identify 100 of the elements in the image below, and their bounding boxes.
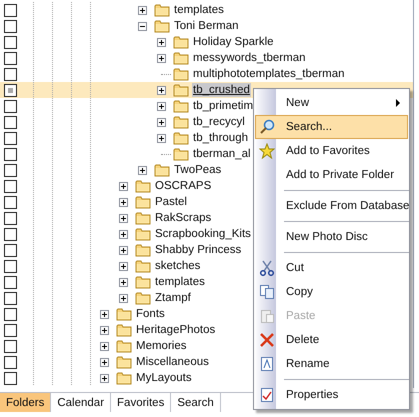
expand-icon[interactable] [100, 310, 109, 318]
folder-name[interactable]: Toni Berman [173, 19, 240, 33]
checkbox[interactable] [4, 372, 17, 384]
checkbox[interactable] [4, 212, 17, 224]
checkbox[interactable] [4, 164, 17, 176]
folder-name[interactable]: tb_primetim [192, 99, 254, 113]
collapse-icon[interactable] [138, 22, 147, 30]
folder-icon [135, 243, 151, 257]
folder-name[interactable]: TwoPeas [173, 163, 222, 177]
checkbox[interactable] [4, 340, 17, 352]
expand-icon[interactable] [119, 198, 128, 206]
folder-icon [116, 307, 132, 321]
menu-item[interactable]: New Photo Disc [255, 225, 408, 249]
folder-name[interactable]: Ztampf [154, 291, 192, 305]
paste-icon [259, 308, 275, 324]
menu-item[interactable]: Delete [255, 328, 408, 352]
checkbox[interactable] [4, 244, 17, 256]
checkbox[interactable] [4, 196, 17, 208]
folder-name[interactable]: Miscellaneous [135, 355, 210, 369]
folder-name[interactable]: Holiday Sparkle [192, 35, 275, 49]
expand-icon[interactable] [100, 374, 109, 382]
checkbox[interactable] [4, 324, 17, 336]
folder-icon [116, 371, 132, 385]
expand-icon[interactable] [157, 134, 166, 142]
checkbox[interactable] [4, 292, 17, 304]
menu-item[interactable]: Add to Favorites [255, 139, 408, 163]
expand-icon[interactable] [157, 102, 166, 110]
folder-icon [135, 211, 151, 225]
expand-icon[interactable] [100, 342, 109, 350]
expand-icon[interactable] [119, 230, 128, 238]
checkbox[interactable] [4, 228, 17, 240]
expand-icon[interactable] [119, 262, 128, 270]
expand-icon[interactable] [138, 166, 147, 174]
folder-name[interactable]: Scrapbooking_Kits [154, 227, 252, 241]
folder-name[interactable]: messywords_tberman [192, 51, 306, 65]
folder-name[interactable]: Pastel [154, 195, 188, 209]
menu-item[interactable]: Cut [255, 256, 408, 280]
expand-icon[interactable] [138, 6, 147, 14]
panel-tab[interactable]: Folders [0, 393, 52, 412]
folder-name[interactable]: Memories [135, 339, 188, 353]
checkbox[interactable] [4, 308, 17, 320]
folder-name[interactable]: RakScraps [154, 211, 212, 225]
folder-name[interactable]: tb_through [192, 131, 249, 145]
star-icon [259, 143, 275, 159]
folder-icon [173, 115, 189, 129]
checkbox[interactable] [4, 148, 17, 160]
checkbox[interactable] [4, 260, 17, 272]
expand-icon[interactable] [119, 278, 128, 286]
folder-icon [135, 179, 151, 193]
menu-item[interactable]: New [255, 91, 408, 115]
folder-name[interactable]: MyLayouts [135, 371, 193, 385]
folder-name[interactable]: sketches [154, 259, 202, 273]
expand-icon[interactable] [157, 54, 166, 62]
folder-icon [135, 259, 151, 273]
delete-icon [259, 332, 275, 348]
expand-icon[interactable] [119, 246, 128, 254]
checkbox[interactable] [4, 100, 17, 112]
menu-item[interactable]: Properties [255, 383, 408, 407]
folder-name[interactable]: tb_crushed [192, 83, 251, 97]
folder-name[interactable]: HeritagePhotos [135, 323, 216, 337]
folder-icon [173, 67, 189, 81]
checkbox[interactable] [4, 276, 17, 288]
folder-name[interactable]: tberman_al [192, 147, 252, 161]
search-icon [259, 119, 275, 135]
folder-name[interactable]: OSCRAPS [154, 179, 212, 193]
folder-name[interactable]: templates [154, 275, 206, 289]
expand-icon[interactable] [100, 326, 109, 334]
expand-icon[interactable] [157, 86, 166, 94]
folder-icon [173, 99, 189, 113]
folder-name[interactable]: Shabby Princess [154, 243, 242, 257]
folder-icon [135, 195, 151, 209]
checkbox[interactable] [4, 68, 17, 80]
expand-icon[interactable] [119, 294, 128, 302]
expand-icon[interactable] [157, 118, 166, 126]
expand-icon[interactable] [119, 214, 128, 222]
menu-item[interactable]: Rename [255, 352, 408, 376]
menu-item[interactable]: Search... [255, 115, 408, 139]
expand-icon[interactable] [100, 358, 109, 366]
expand-icon[interactable] [157, 38, 166, 46]
checkbox[interactable] [4, 52, 17, 64]
scissors-icon [259, 260, 275, 276]
properties-icon [259, 387, 275, 403]
folder-icon [135, 291, 151, 305]
checkbox[interactable] [4, 116, 17, 128]
checkbox[interactable] [4, 20, 17, 32]
folder-name[interactable]: templates [173, 3, 225, 17]
checkbox[interactable] [4, 36, 17, 48]
menu-item[interactable]: Add to Private Folder [255, 163, 408, 187]
folder-name[interactable]: tb_recycyl [192, 115, 246, 129]
menu-item[interactable]: Exclude From Database [255, 194, 408, 218]
checkbox[interactable] [4, 180, 17, 192]
folder-name[interactable]: multiphototemplates_tberman [192, 67, 346, 81]
checkbox[interactable] [4, 356, 17, 368]
folder-name[interactable]: Fonts [135, 307, 166, 321]
menu-item[interactable]: Copy [255, 280, 408, 304]
checkbox[interactable] [4, 84, 17, 96]
checkbox[interactable] [4, 132, 17, 144]
folder-icon [154, 3, 170, 17]
checkbox[interactable] [4, 4, 17, 16]
expand-icon[interactable] [119, 182, 128, 190]
